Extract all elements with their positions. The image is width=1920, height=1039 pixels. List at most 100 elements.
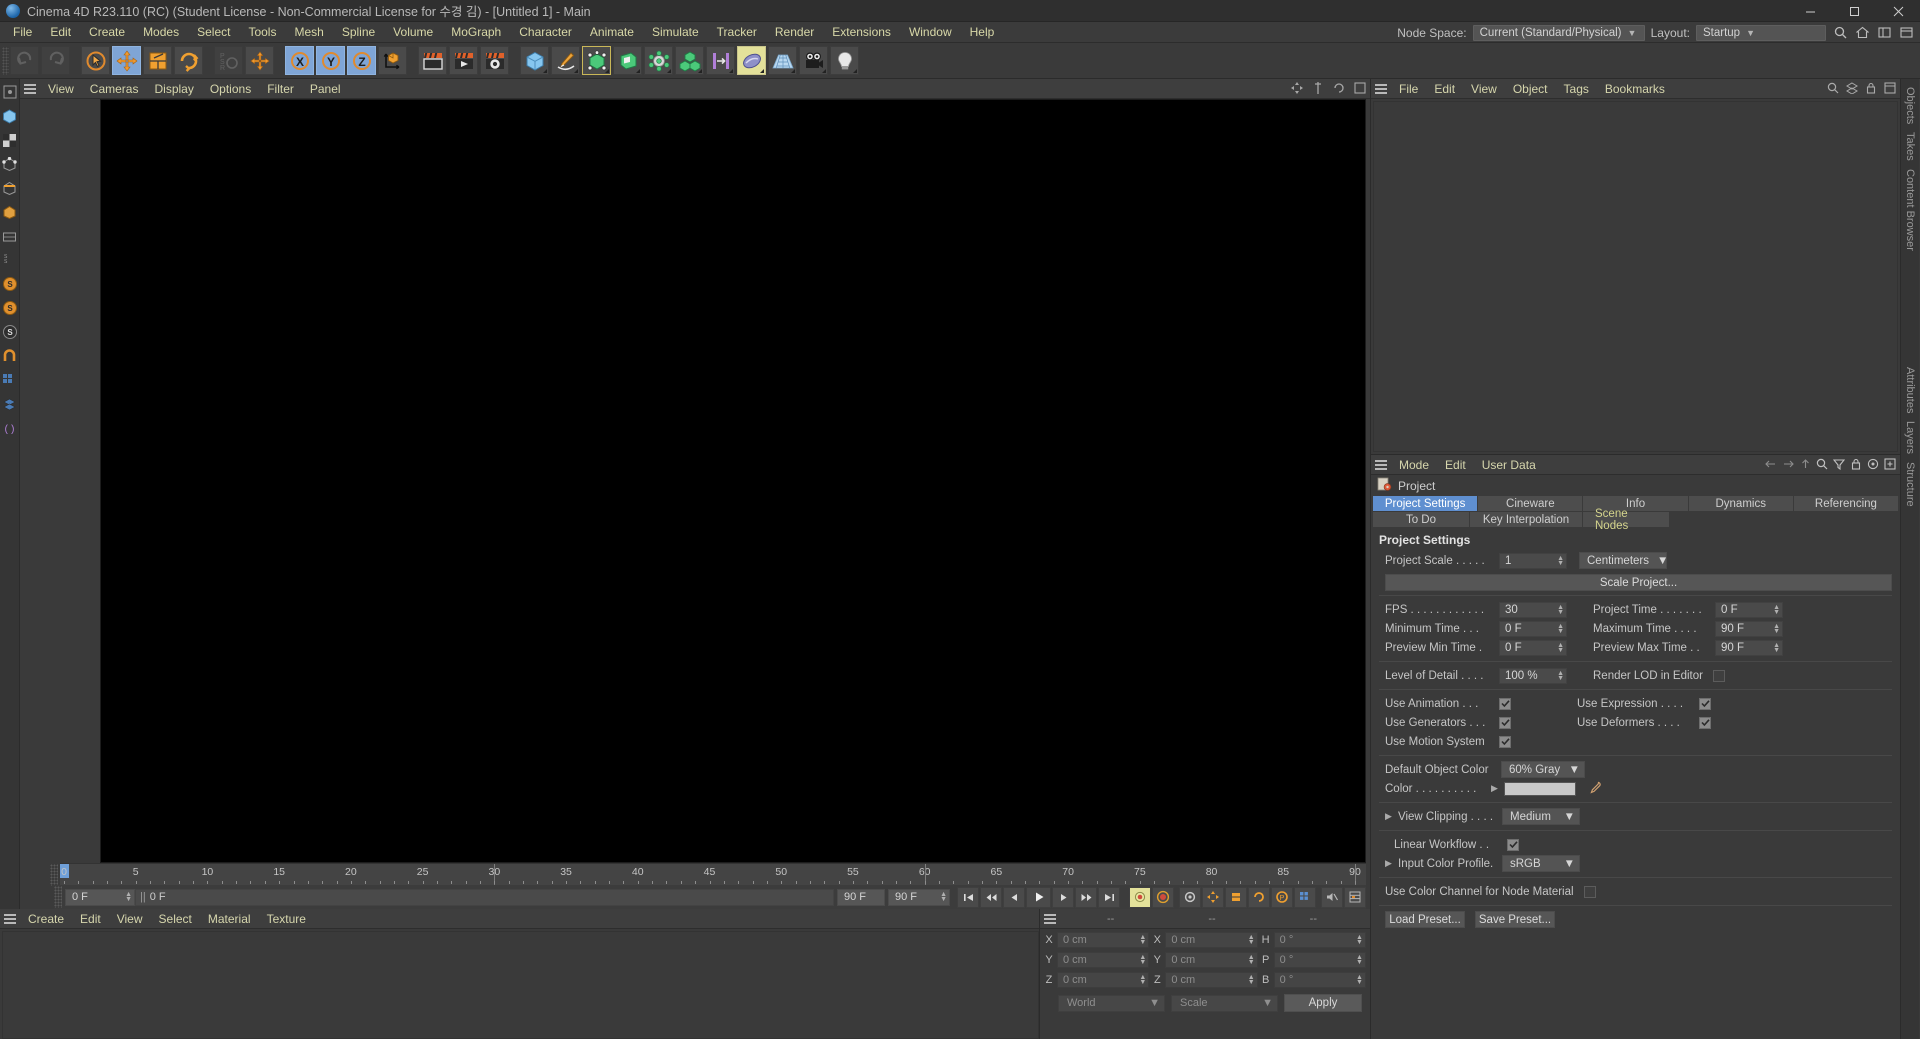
workplane-icon[interactable] [1, 227, 19, 245]
view-clipping-select[interactable]: Medium ▼ [1502, 808, 1580, 825]
next-frame-button[interactable] [1052, 886, 1074, 908]
rotate-camera-icon[interactable] [1333, 82, 1345, 97]
maximize-icon[interactable] [1832, 0, 1876, 22]
use-deformers-checkbox[interactable] [1699, 716, 1711, 729]
enable-snap-icon[interactable]: S [1, 275, 19, 293]
viewport-menu-filter[interactable]: Filter [259, 80, 302, 98]
dock-tab-layers[interactable]: Layers [1904, 417, 1916, 458]
menu-item-render[interactable]: Render [766, 23, 823, 41]
coord-apply-button[interactable]: Apply [1284, 994, 1362, 1012]
make-editable-icon[interactable] [1, 83, 19, 101]
add-generator-button[interactable] [582, 46, 611, 75]
menu-item-spline[interactable]: Spline [333, 23, 384, 41]
load-preset-button[interactable]: Load Preset... [1385, 911, 1465, 928]
render-to-picture-viewer-button[interactable] [449, 46, 478, 75]
fps-field[interactable]: 30 ▲ ▼ [1499, 601, 1567, 618]
go-to-end-button[interactable] [1098, 886, 1120, 908]
menu-item-character[interactable]: Character [510, 23, 581, 41]
tab-scene-nodes[interactable]: Scene Nodes [1583, 508, 1669, 532]
minimum-time-field[interactable]: 0 F ▲ ▼ [1499, 620, 1567, 637]
spinner-icon[interactable]: ▲ ▼ [125, 891, 132, 903]
current-frame-field[interactable]: 0 F ▲ ▼ [65, 888, 135, 906]
spinner-icon[interactable]: ▲ ▼ [1557, 555, 1564, 567]
chevron-right-icon[interactable]: ▶ [1385, 811, 1394, 822]
y-axis-lock-button[interactable]: Y [316, 46, 345, 75]
om-menu-edit[interactable]: Edit [1426, 80, 1463, 98]
up-arrow-icon[interactable] [1800, 458, 1811, 473]
spinner-icon[interactable]: ▲ ▼ [1557, 604, 1564, 616]
spinner-icon[interactable]: ▲ ▼ [1139, 954, 1146, 966]
dock-tab-takes[interactable]: Takes [1904, 128, 1916, 165]
world-object-coordinates-button[interactable] [378, 46, 407, 75]
panel-menu-icon[interactable] [1371, 455, 1391, 475]
preview-max-field[interactable]: 90 F ▲ ▼ [1715, 639, 1783, 656]
material-menu-view[interactable]: View [109, 910, 151, 928]
material-menu-create[interactable]: Create [20, 910, 72, 928]
scale-tool-button[interactable] [143, 46, 172, 75]
coord-size-y[interactable]: 0 cm ▲ ▼ [1165, 952, 1258, 968]
spinner-icon[interactable]: ▲ ▼ [1248, 934, 1255, 946]
spinner-icon[interactable]: ▲ ▼ [1139, 974, 1146, 986]
filter-icon[interactable] [1832, 458, 1846, 473]
add-array-button[interactable] [675, 46, 704, 75]
viewport-menu-options[interactable]: Options [202, 80, 259, 98]
add-field-button[interactable] [737, 46, 766, 75]
next-keyframe-button[interactable] [1075, 886, 1097, 908]
coord-position-y[interactable]: 0 cm ▲ ▼ [1057, 952, 1150, 968]
attr-menu-edit[interactable]: Edit [1437, 456, 1474, 474]
default-object-color-select[interactable]: 60% Gray ▼ [1501, 761, 1585, 778]
use-animation-checkbox[interactable] [1499, 697, 1511, 710]
render-lod-checkbox[interactable] [1712, 669, 1725, 682]
use-generators-checkbox[interactable] [1499, 716, 1511, 729]
coord-position-x[interactable]: 0 cm ▲ ▼ [1057, 932, 1150, 948]
menu-item-tools[interactable]: Tools [239, 23, 285, 41]
close-icon[interactable] [1876, 0, 1920, 22]
toolbar-drag-handle[interactable] [2, 46, 9, 75]
viewport-menu-view[interactable]: View [40, 80, 82, 98]
layout-select[interactable]: Startup ▼ [1696, 24, 1826, 41]
tab-cineware[interactable]: Cineware [1478, 496, 1583, 511]
spinner-icon[interactable]: ▲ ▼ [1557, 623, 1564, 635]
tab-project-settings[interactable]: Project Settings [1373, 496, 1478, 511]
coord-size-x[interactable]: 0 cm ▲ ▼ [1165, 932, 1258, 948]
add-environment-button[interactable] [644, 46, 673, 75]
om-menu-tags[interactable]: Tags [1556, 80, 1597, 98]
viewport-menu-display[interactable]: Display [146, 80, 201, 98]
position-key-button[interactable] [1202, 886, 1224, 908]
project-scale-unit-select[interactable]: Centimeters ▼ [1579, 552, 1668, 569]
material-list[interactable] [2, 931, 1039, 1039]
timeline-drag-handle[interactable] [50, 864, 58, 886]
spinner-icon[interactable]: ▲ ▼ [1356, 974, 1363, 986]
input-color-profile-select[interactable]: sRGB ▼ [1502, 855, 1580, 872]
add-camera-button[interactable] [799, 46, 828, 75]
parameter-key-button[interactable]: P [1271, 886, 1293, 908]
maximum-time-field[interactable]: 90 F ▲ ▼ [1715, 620, 1783, 637]
attribute-object-row[interactable]: Project [1371, 475, 1900, 496]
back-arrow-icon[interactable] [1764, 458, 1777, 473]
tab-to-do[interactable]: To Do [1373, 512, 1469, 527]
previous-keyframe-button[interactable] [980, 886, 1002, 908]
panel-menu-icon[interactable] [0, 909, 20, 929]
menu-item-edit[interactable]: Edit [41, 23, 80, 41]
menu-item-tracker[interactable]: Tracker [708, 23, 766, 41]
om-menu-view[interactable]: View [1463, 80, 1505, 98]
move-axis-button[interactable] [245, 46, 274, 75]
add-cube-button[interactable] [520, 46, 549, 75]
menu-item-animate[interactable]: Animate [581, 23, 643, 41]
psr-button[interactable]: PSR [214, 46, 243, 75]
panel-menu-icon[interactable] [20, 79, 40, 99]
chevron-right-icon[interactable]: ▶ [1385, 858, 1394, 869]
material-menu-edit[interactable]: Edit [72, 910, 109, 928]
max-frame-field[interactable]: 90 F ▲ ▼ [888, 888, 950, 906]
panel-icon[interactable] [1898, 25, 1914, 41]
home-icon[interactable] [1854, 25, 1870, 41]
play-button[interactable] [1026, 886, 1051, 908]
preview-min-field[interactable]: 0 F ▲ ▼ [1499, 639, 1567, 656]
menu-item-file[interactable]: File [4, 23, 41, 41]
menu-item-select[interactable]: Select [188, 23, 239, 41]
spinner-icon[interactable]: ▲ ▼ [1557, 642, 1564, 654]
lod-field[interactable]: 100 % ▲ ▼ [1499, 667, 1567, 684]
om-menu-file[interactable]: File [1391, 80, 1426, 98]
project-time-field[interactable]: 0 F ▲ ▼ [1715, 601, 1783, 618]
render-settings-button[interactable] [480, 46, 509, 75]
